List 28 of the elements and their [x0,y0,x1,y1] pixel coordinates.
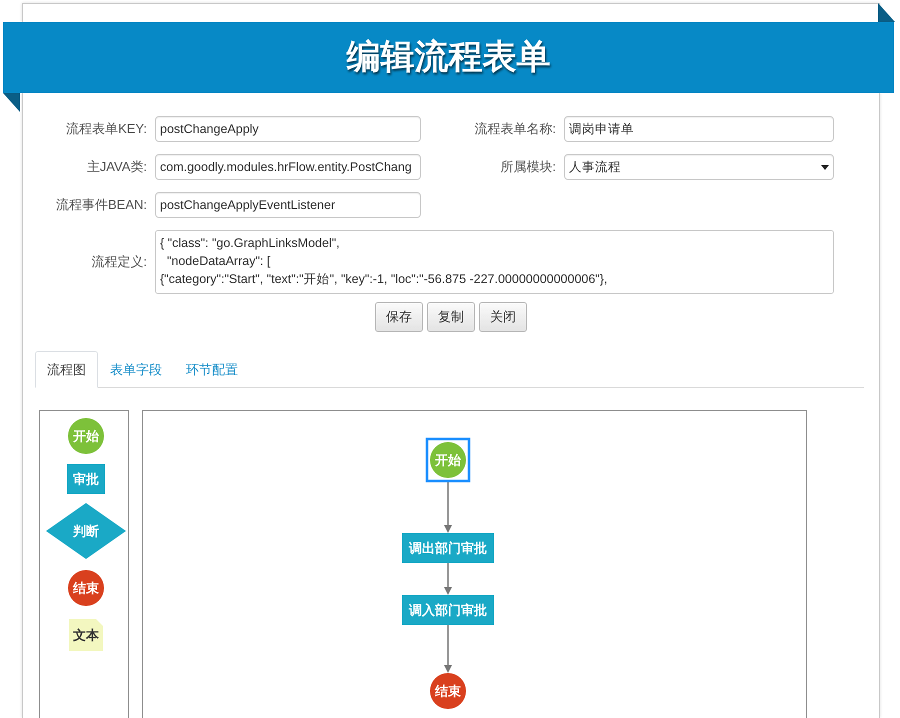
palette-note-shape[interactable]: 文本 [69,619,103,651]
tab[interactable]: 流程图 [35,350,98,388]
field-label: 流程定义: [90,253,147,272]
field-label: 流程表单名称: [473,120,556,138]
field-label: 流程表单KEY: [65,120,147,138]
connector-arrow [444,625,452,673]
input-field[interactable]: com.goodly.modules.hrFlow.entity.PostChang [155,154,421,180]
definition-textarea[interactable]: { "class": "go.GraphLinksModel", "nodeDataArray": [ {"category":"Start", "text":"开始", "key":-1, "loc":"-56.875 -227.00000000000006"}, [155,230,834,294]
ribbon-fold-icon [878,3,895,22]
tab[interactable]: 环节配置 [174,350,250,388]
tab[interactable]: 表单字段 [98,350,174,388]
input-field[interactable]: 调岗申请单 [564,116,834,142]
field-label: 主JAVA类: [86,158,147,176]
connector-arrow [444,481,452,533]
action-button[interactable]: 复制 [427,302,475,332]
caret-icon [821,164,829,170]
module-select[interactable]: 人事流程 [564,154,834,180]
action-button[interactable]: 关闭 [479,302,527,332]
flow-node[interactable]: 结束 [430,673,466,709]
palette-end-shape[interactable]: 结束 [68,570,104,606]
field-label: 所属模块: [499,158,556,176]
input-field[interactable]: postChangeApply [155,116,421,142]
field-label: 流程事件BEAN: [54,196,147,214]
ribbon-fold-icon [3,93,20,112]
action-button[interactable]: 保存 [375,302,423,332]
input-field[interactable]: postChangeApplyEventListener [155,192,421,218]
connector-arrow [444,563,452,595]
page-title-banner: 编辑流程表单 [3,22,894,93]
